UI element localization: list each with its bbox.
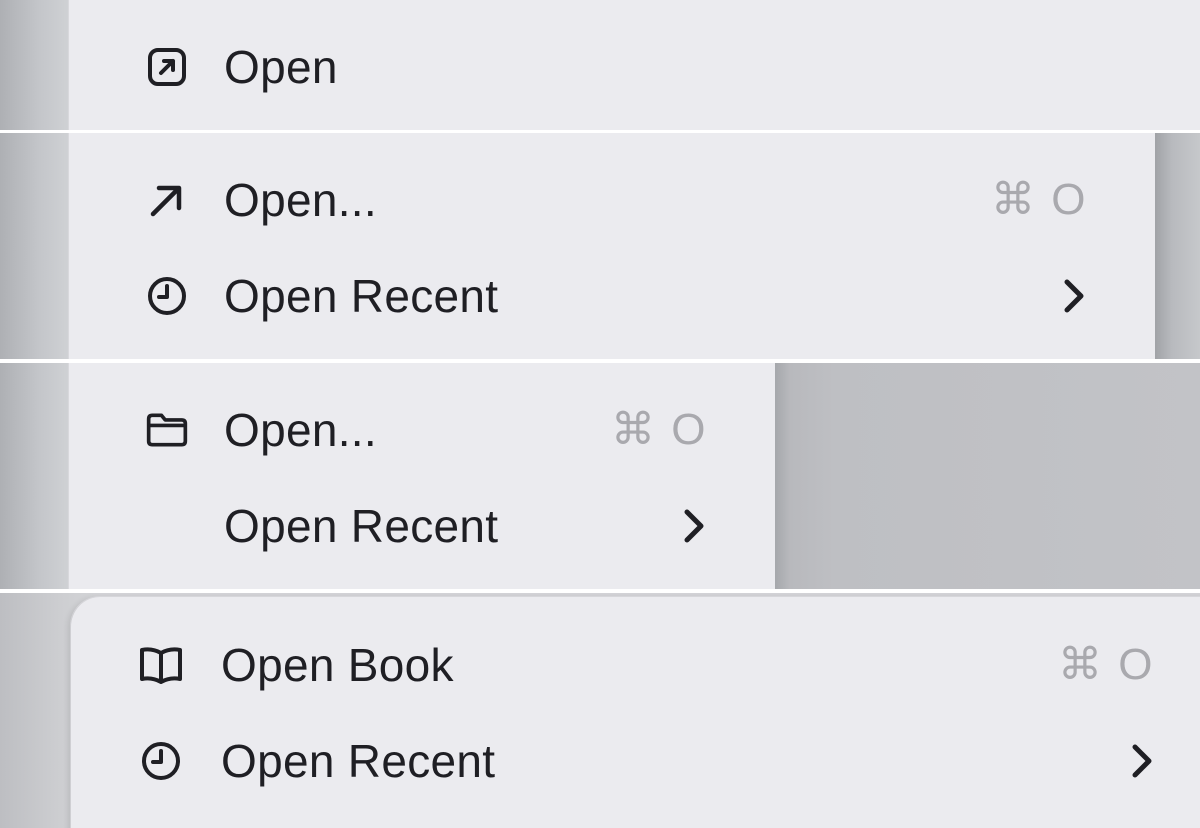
menu-item-open-recent[interactable]: Open Recent [71,713,1200,809]
clock-icon [145,274,189,318]
book-icon [137,643,185,687]
menu-item-label: Open [224,41,338,93]
shortcut-label: ⌘ O [991,175,1088,224]
folder-icon [145,408,189,452]
menu-item-open-recent[interactable]: Open Recent [69,478,775,574]
variant-4-menu: Open Book ⌘ O Open Recent [70,597,1200,828]
variant-2-menu: Open... ⌘ O Open Recent [68,133,1155,359]
menu-item-label: Open Recent [221,735,496,787]
variant-2-band: Open... ⌘ O Open Recent [0,133,1200,359]
variant-1-menu: Open [68,0,1200,130]
variant-3-menu: Open... ⌘ O Open Recent [68,363,775,589]
menu-item-open-recent[interactable]: Open Recent [69,248,1155,344]
menu-item-label: Open Recent [224,270,499,322]
chevron-right-icon [1127,741,1157,781]
arrow-up-right-icon [145,178,189,222]
variant-4-band: Open Book ⌘ O Open Recent [0,593,1200,828]
clock-icon [139,739,183,783]
variant-1-band: Open [0,0,1200,130]
menu-variants-stage: Open Open... ⌘ O Open Recent Open... ⌘ O… [0,0,1200,828]
menu-item-open-ellipsis[interactable]: Open... ⌘ O [69,382,775,478]
shortcut-label: ⌘ O [1058,640,1155,689]
shortcut-label: ⌘ O [611,405,708,454]
menu-item-label: Open Recent [224,500,499,552]
menu-item-open-book[interactable]: Open Book ⌘ O [71,617,1200,713]
backdrop-shadow [1154,133,1200,359]
chevron-right-icon [679,506,709,546]
menu-item-open[interactable]: Open [69,19,1200,115]
menu-item-label: Open... [224,174,377,226]
chevron-right-icon [1059,276,1089,316]
menu-item-label: Open Book [221,639,454,691]
menu-item-open-ellipsis[interactable]: Open... ⌘ O [69,152,1155,248]
arrow-up-right-square-icon [145,45,189,89]
menu-item-label: Open... [224,404,377,456]
variant-3-band: Open... ⌘ O Open Recent [0,363,1200,589]
backdrop-shadow [774,363,1200,589]
